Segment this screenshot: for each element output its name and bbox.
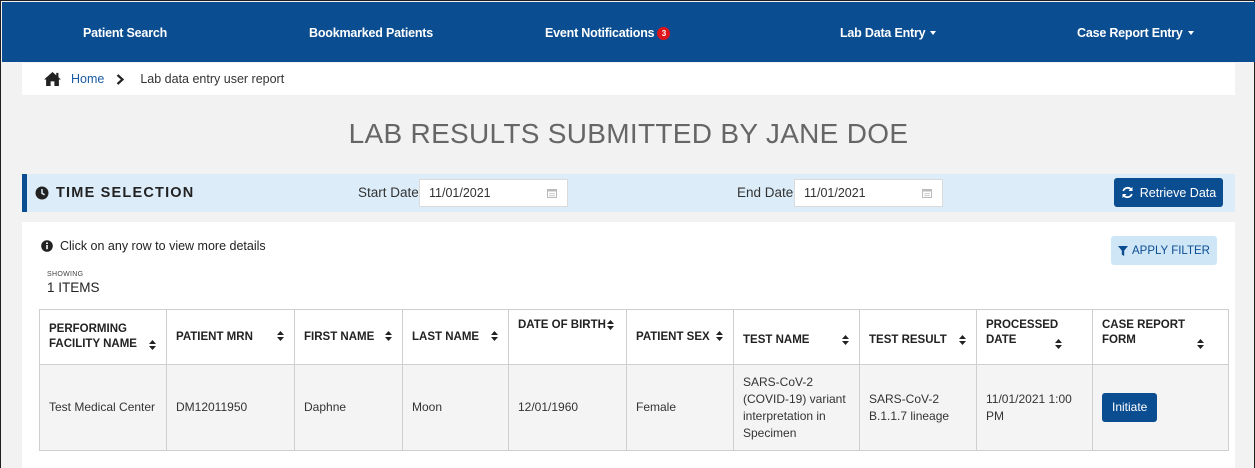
cell-facility: Test Medical Center: [39, 364, 167, 451]
cell-test-result: SARS-CoV-2 B.1.1.7 lineage: [859, 364, 977, 451]
nav-lab-data-entry[interactable]: Lab Data Entry: [840, 26, 937, 40]
cell-case-report-form: Initiate: [1092, 364, 1229, 451]
breadcrumb-current: Lab data entry user report: [140, 72, 285, 86]
caret-down-icon: [1187, 31, 1194, 35]
nav-label: Bookmarked Patients: [309, 26, 434, 40]
sort-icon[interactable]: [1197, 339, 1204, 349]
time-selection-bar: TIME SELECTION Start Date 11/01/2021 End…: [22, 174, 1235, 212]
start-date-input[interactable]: 11/01/2021: [419, 179, 568, 207]
cell-mrn: DM12011950: [166, 364, 295, 451]
sort-icon[interactable]: [842, 335, 849, 345]
showing-label: SHOWING: [47, 271, 84, 278]
column-header-facility[interactable]: PERFORMING FACILITY NAME: [39, 309, 167, 365]
results-panel: Click on any row to view more details AP…: [22, 222, 1235, 468]
column-header-mrn[interactable]: PATIENT MRN: [166, 309, 295, 365]
end-date-label: End Date: [737, 185, 794, 200]
apply-filter-label: APPLY FILTER: [1132, 244, 1210, 257]
retrieve-data-label: Retrieve Data: [1139, 185, 1217, 200]
column-header-dob[interactable]: DATE OF BIRTH: [508, 309, 627, 365]
column-header-last-name[interactable]: LAST NAME: [402, 309, 509, 365]
column-header-test-name[interactable]: TEST NAME: [733, 309, 860, 365]
cell-last-name: Moon: [402, 364, 509, 451]
nav-label: Event Notifications: [545, 26, 655, 40]
breadcrumb: Home Lab data entry user report: [22, 63, 1235, 95]
home-icon[interactable]: [43, 71, 62, 87]
nav-patient-search[interactable]: Patient Search: [83, 26, 167, 40]
cell-processed-date: 11/01/2021 1:00 PM: [976, 364, 1093, 451]
caret-down-icon: [930, 31, 937, 35]
clock-icon: [35, 186, 49, 200]
column-header-sex[interactable]: PATIENT SEX: [626, 309, 734, 365]
sort-icon[interactable]: [959, 335, 966, 345]
sort-icon[interactable]: [149, 340, 156, 350]
nav-event-notifications[interactable]: Event Notifications 3: [545, 26, 671, 40]
refresh-icon: [1122, 186, 1133, 199]
sort-icon[interactable]: [1055, 339, 1062, 349]
sort-icon[interactable]: [277, 331, 284, 341]
sort-icon[interactable]: [716, 331, 723, 341]
sort-icon[interactable]: [607, 320, 614, 330]
column-header-processed-date[interactable]: PROCESSED DATE: [976, 309, 1093, 365]
column-header-case-report-form[interactable]: CASE REPORT FORM: [1092, 309, 1229, 365]
sort-icon[interactable]: [385, 331, 392, 341]
start-date-label: Start Date: [358, 185, 419, 200]
retrieve-data-button[interactable]: Retrieve Data: [1114, 178, 1223, 207]
notification-badge: 3: [657, 27, 671, 40]
nav-label: Lab Data Entry: [840, 26, 926, 40]
table-row[interactable]: Test Medical Center DM12011950 Daphne Mo…: [39, 364, 1229, 451]
calendar-icon[interactable]: [922, 188, 932, 198]
nav-case-report-entry[interactable]: Case Report Entry: [1077, 26, 1194, 40]
hint-text: Click on any row to view more details: [60, 239, 266, 253]
column-header-first-name[interactable]: FIRST NAME: [294, 309, 403, 365]
end-date-input[interactable]: 11/01/2021: [794, 179, 943, 207]
showing-count: 1 ITEMS: [47, 280, 100, 295]
row-click-hint: Click on any row to view more details: [41, 239, 266, 253]
nav-bookmarked-patients[interactable]: Bookmarked Patients: [309, 26, 433, 40]
chevron-right-icon: [117, 73, 125, 85]
results-table: PERFORMING FACILITY NAME PATIENT MRN FIR…: [39, 309, 1229, 451]
calendar-icon[interactable]: [547, 188, 557, 198]
nav-label: Case Report Entry: [1077, 26, 1183, 40]
breadcrumb-home-link[interactable]: Home: [71, 72, 104, 86]
page-title: LAB RESULTS SUBMITTED BY JANE DOE: [348, 118, 909, 149]
nav-label: Patient Search: [83, 26, 168, 40]
time-selection-title: TIME SELECTION: [56, 185, 195, 201]
app-frame: Patient Search Bookmarked Patients Event…: [0, 0, 1255, 468]
table-header-row: PERFORMING FACILITY NAME PATIENT MRN FIR…: [39, 309, 1229, 365]
column-header-test-result[interactable]: TEST RESULT: [859, 309, 977, 365]
info-icon: [41, 240, 53, 252]
cell-first-name: Daphne: [294, 364, 403, 451]
initiate-button[interactable]: Initiate: [1102, 393, 1158, 422]
apply-filter-button[interactable]: APPLY FILTER: [1111, 236, 1217, 265]
top-nav: Patient Search Bookmarked Patients Event…: [2, 2, 1255, 62]
cell-test-name: SARS-CoV-2 (COVID-19) variant interpreta…: [733, 364, 860, 451]
filter-icon: [1118, 245, 1128, 256]
cell-sex: Female: [626, 364, 734, 451]
sort-icon[interactable]: [491, 331, 498, 341]
cell-dob: 12/01/1960: [508, 364, 627, 451]
